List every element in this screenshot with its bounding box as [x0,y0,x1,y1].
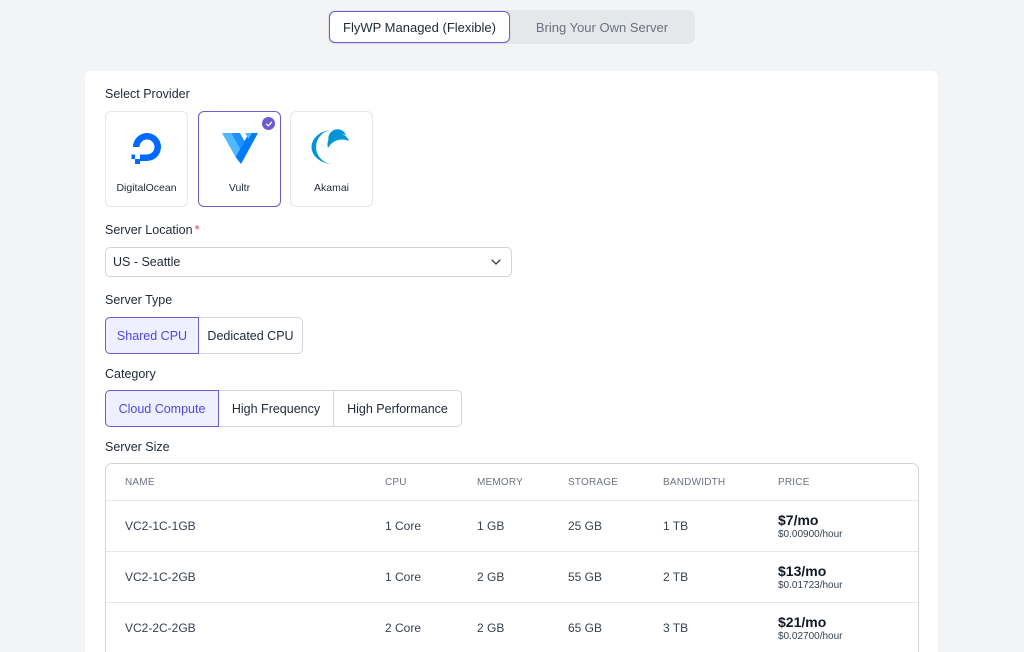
table-header: NAME CPU MEMORY STORAGE BANDWIDTH PRICE [106,464,918,501]
flywp-managed-tab[interactable]: FlyWP Managed (Flexible) [329,11,510,43]
size-name: VC2-1C-2GB [125,570,196,584]
provider-name: Akamai [313,182,349,194]
provider-akamai[interactable]: Akamai [290,111,373,207]
high-frequency-option[interactable]: High Frequency [218,390,334,427]
select-provider-label: Select Provider [105,87,190,101]
shared-cpu-option[interactable]: Shared CPU [105,317,199,354]
category-label: Category [105,367,156,381]
provider-name: Vultr [228,182,251,194]
required-mark: * [194,223,200,237]
size-price: $13/mo $0.01723/hour [778,563,918,591]
cloud-compute-option[interactable]: Cloud Compute [105,390,219,427]
server-location-label: Server Location * [105,223,199,237]
server-size-label: Server Size [105,440,170,454]
server-type-label: Server Type [105,293,173,307]
table-row[interactable]: VC2-2C-2GB 2 Core 2 GB 65 GB 3 TB $21/mo… [106,603,918,652]
price-monthly: $13/mo [778,563,827,579]
size-bandwidth: 2 TB [663,570,689,584]
size-storage: 25 GB [568,519,603,533]
bring-your-own-server-tab[interactable]: Bring Your Own Server [510,11,694,43]
size-bandwidth: 3 TB [663,621,689,635]
size-storage: 65 GB [568,621,603,635]
size-cpu: 1 Core [385,570,422,584]
vultr-logo-icon [221,133,258,164]
col-bandwidth: BANDWIDTH [663,476,726,488]
col-name: NAME [125,476,155,488]
server-location-select[interactable]: US - Seattle [105,247,512,277]
size-name: VC2-2C-2GB [125,621,196,635]
size-cpu: 2 Core [385,621,422,635]
dedicated-cpu-option[interactable]: Dedicated CPU [198,317,303,354]
size-memory: 2 GB [477,621,505,635]
provider-digitalocean[interactable]: DigitalOcean [105,111,188,207]
high-performance-option[interactable]: High Performance [333,390,462,427]
size-storage: 55 GB [568,570,603,584]
table-row[interactable]: VC2-1C-1GB 1 Core 1 GB 25 GB 1 TB $7/mo … [106,501,918,552]
size-cpu: 1 Core [385,519,422,533]
digitalocean-logo-icon [131,133,161,164]
chevron-down-icon [491,259,501,265]
col-storage: STORAGE [568,476,619,488]
col-cpu: CPU [385,476,407,488]
table-row[interactable]: VC2-1C-2GB 1 Core 2 GB 55 GB 2 TB $13/mo… [106,552,918,603]
server-config-card: Select Provider DigitalOcean Vultr Akama… [85,71,938,652]
price-monthly: $21/mo [778,614,827,630]
akamai-logo-icon [310,129,349,164]
category-group: Cloud Compute High Frequency High Perfor… [105,390,462,427]
col-memory: MEMORY [477,476,524,488]
price-hourly: $0.02700/hour [778,631,843,642]
size-price: $21/mo $0.02700/hour [778,614,918,642]
hosting-mode-toggle: FlyWP Managed (Flexible) Bring Your Own … [328,10,695,44]
price-monthly: $7/mo [778,512,819,528]
server-location-label-text: Server Location [105,223,193,237]
server-location-value: US - Seattle [113,255,181,269]
provider-name: DigitalOcean [116,182,177,194]
col-price: PRICE [778,476,810,488]
price-hourly: $0.00900/hour [778,529,843,540]
server-size-table: NAME CPU MEMORY STORAGE BANDWIDTH PRICE … [105,463,919,652]
size-bandwidth: 1 TB [663,519,689,533]
size-memory: 1 GB [477,519,505,533]
price-hourly: $0.01723/hour [778,580,843,591]
size-price: $7/mo $0.00900/hour [778,512,918,540]
size-name: VC2-1C-1GB [125,519,196,533]
size-memory: 2 GB [477,570,505,584]
selected-check-icon [262,117,275,130]
provider-vultr[interactable]: Vultr [198,111,281,207]
server-type-group: Shared CPU Dedicated CPU [105,317,303,354]
